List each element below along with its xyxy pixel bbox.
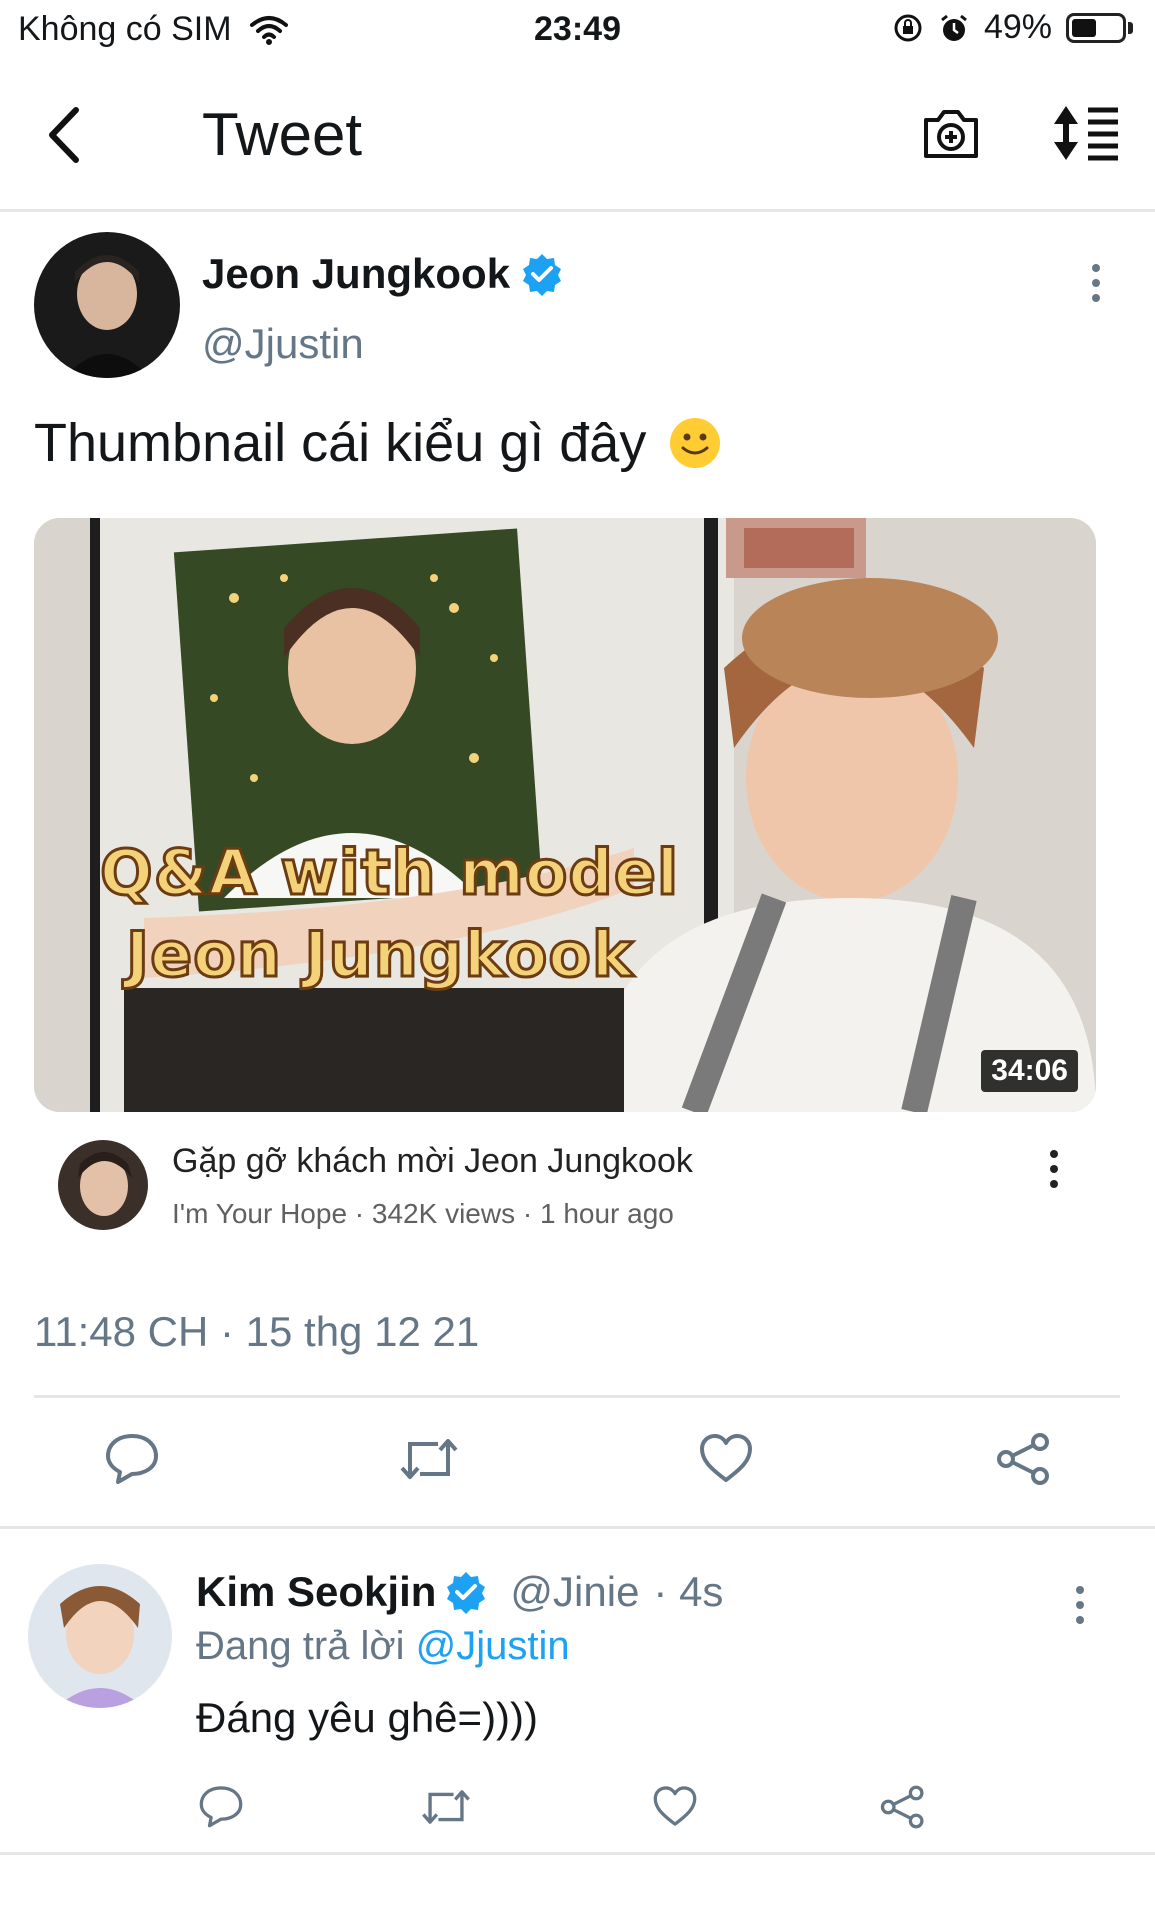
bottom-divider <box>0 1852 1155 1855</box>
camera-add-icon[interactable] <box>920 102 982 164</box>
reply-author-name[interactable]: Kim Seokjin <box>196 1568 436 1616</box>
video-more-icon[interactable] <box>1048 1150 1060 1195</box>
replying-to: Đang trả lời @Jjustin <box>196 1624 570 1669</box>
author-name[interactable]: Jeon Jungkook <box>202 250 510 298</box>
back-chevron-icon[interactable] <box>36 100 96 170</box>
section-divider <box>0 1526 1155 1529</box>
video-title[interactable]: Gặp gỡ khách mời Jeon Jungkook <box>172 1142 693 1181</box>
reply-more-icon[interactable] <box>1074 1586 1086 1631</box>
page-title: Tweet <box>202 101 363 168</box>
battery-tip <box>1128 21 1133 34</box>
video-thumbnail[interactable]: Q&A with model Jeon Jungkook 34:06 <box>34 518 1096 1112</box>
thumbnail-caption-line2: Jeon Jungkook <box>124 917 635 993</box>
reply-age: · 4s <box>653 1568 724 1615</box>
reply-icon[interactable] <box>104 1432 160 1484</box>
slightly-smiling-face-icon <box>670 418 721 468</box>
author-avatar[interactable] <box>34 232 180 378</box>
sort-timeline-icon[interactable] <box>1050 102 1122 164</box>
tweet-timestamp: 11:48 CH · 15 thg 12 21 <box>34 1308 480 1355</box>
battery-percent: 49% <box>983 8 1052 46</box>
share-icon[interactable] <box>996 1432 1052 1486</box>
channel-avatar[interactable] <box>58 1140 148 1230</box>
like-icon[interactable] <box>698 1432 754 1484</box>
share-icon[interactable] <box>880 1784 926 1830</box>
retweet-icon[interactable] <box>398 1434 460 1484</box>
battery-level <box>1072 18 1096 37</box>
video-duration: 34:06 <box>981 1050 1078 1092</box>
thumbnail-image <box>34 518 1096 1112</box>
tweet-text: Thumbnail cái kiểu gì đây <box>34 412 722 474</box>
reply-text: Đáng yêu ghê=)))) <box>196 1694 539 1741</box>
battery-icon <box>1066 12 1126 43</box>
reply-icon[interactable] <box>198 1784 244 1828</box>
alarm-icon <box>941 14 967 41</box>
divider <box>34 1395 1120 1398</box>
reply-author-handle[interactable]: @Jinie <box>510 1568 639 1616</box>
replying-mention-link[interactable]: @Jjustin <box>416 1624 570 1668</box>
video-meta: I'm Your Hope · 342K views · 1 hour ago <box>172 1198 674 1229</box>
verified-badge-icon <box>447 1572 486 1614</box>
tweet-body: Thumbnail cái kiểu gì đây <box>34 413 647 473</box>
thumbnail-caption-line1: Q&A with model <box>98 835 680 911</box>
top-nav-bar: Tweet <box>0 60 1155 212</box>
retweet-icon[interactable] <box>420 1786 472 1828</box>
rotation-lock-icon <box>894 14 922 41</box>
replying-prefix: Đang trả lời <box>196 1624 405 1668</box>
author-handle[interactable]: @Jjustin <box>202 320 364 368</box>
tweet-more-icon[interactable] <box>1090 264 1102 309</box>
verified-badge-icon <box>523 254 562 296</box>
status-bar: Không có SIM 23:49 49% <box>0 0 1155 60</box>
reply-author-avatar[interactable] <box>28 1564 172 1708</box>
like-icon[interactable] <box>652 1784 698 1828</box>
